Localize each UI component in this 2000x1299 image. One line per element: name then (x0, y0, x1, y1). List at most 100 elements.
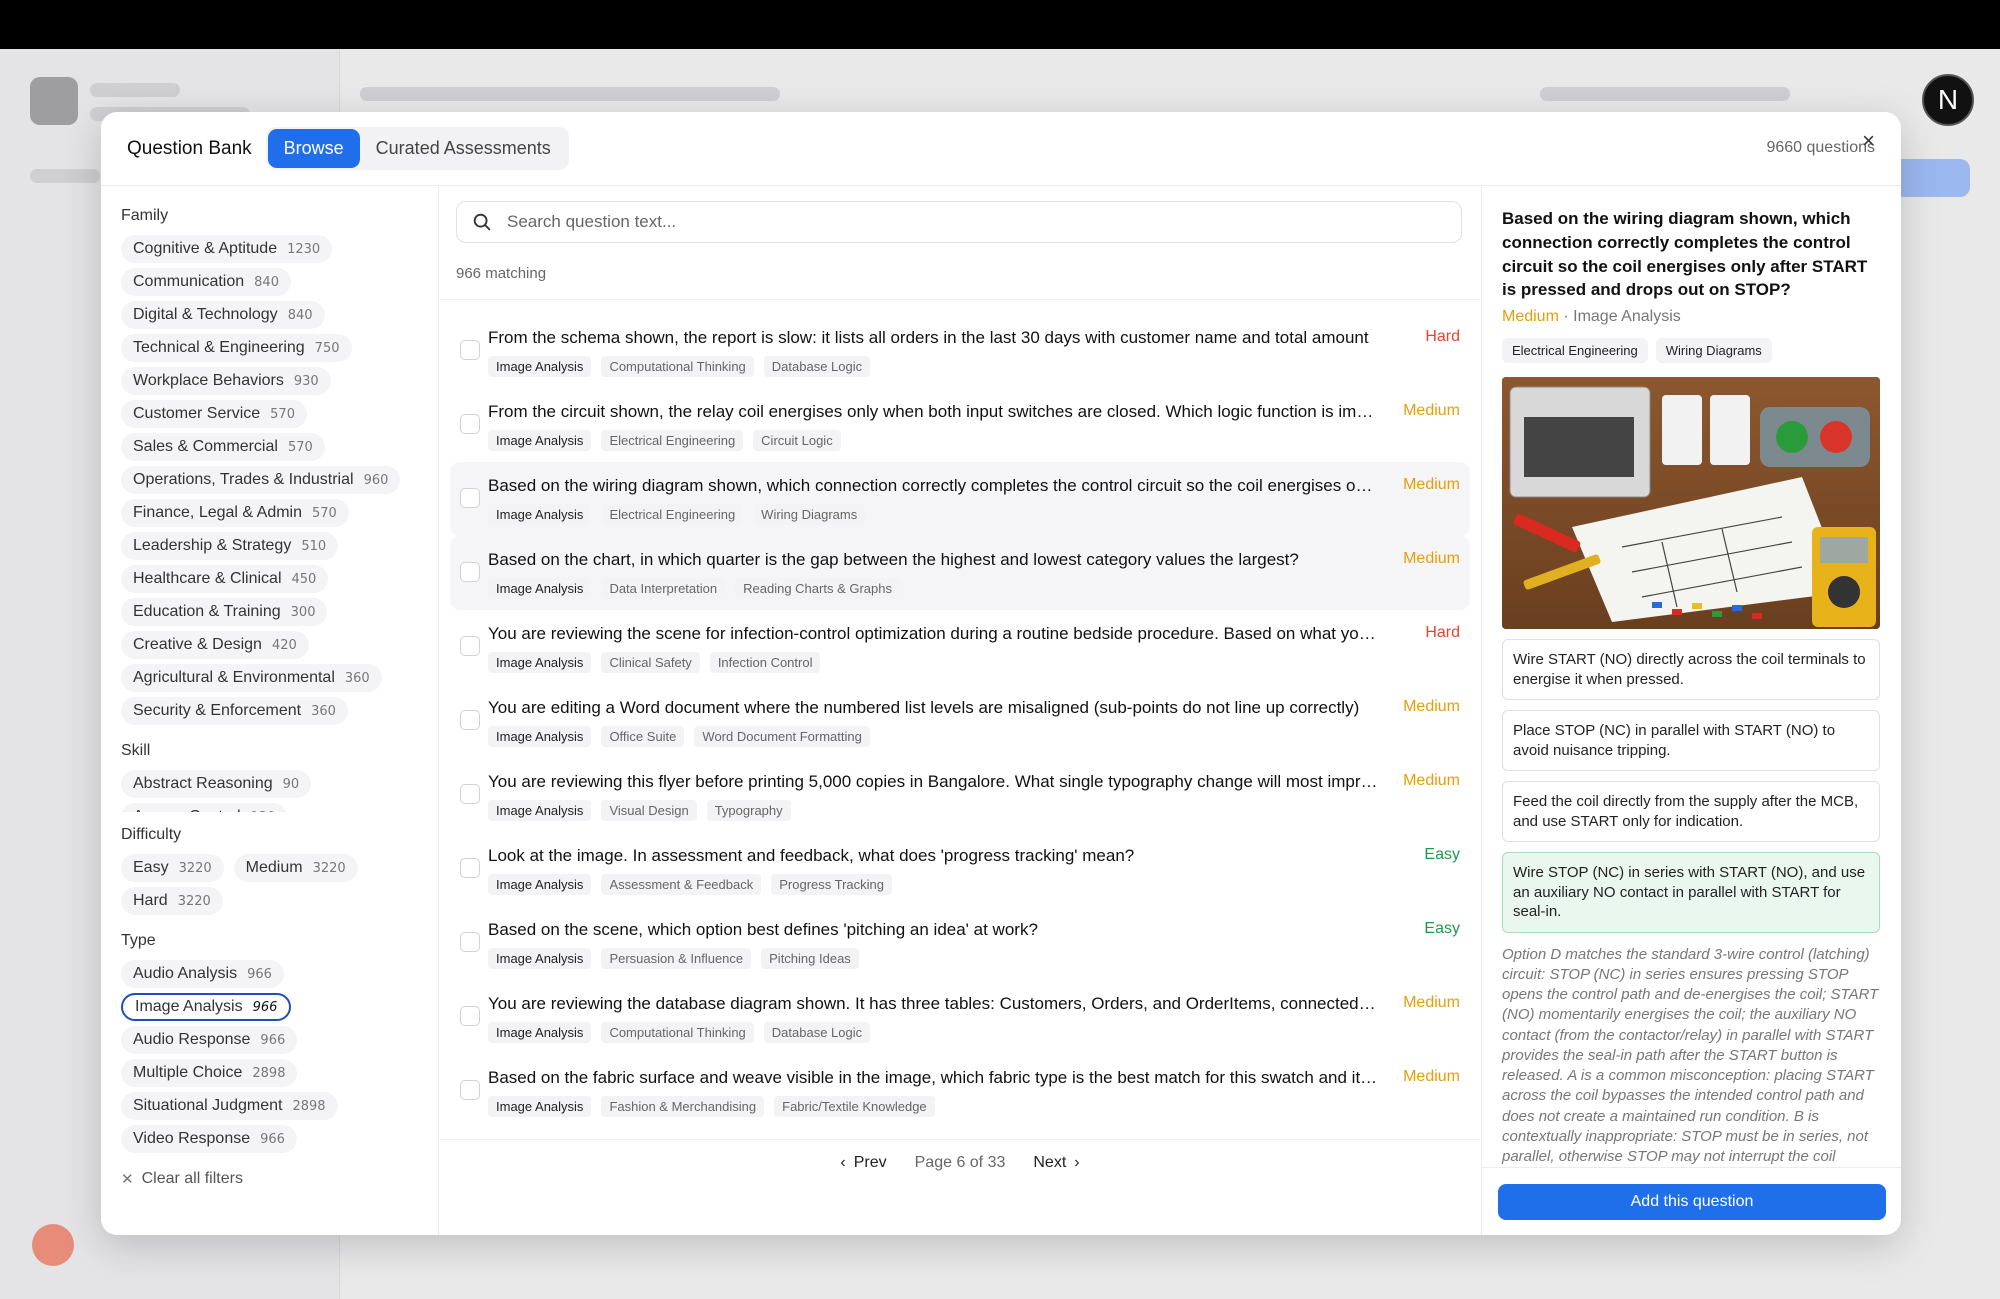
filter-chip-family[interactable]: Finance, Legal & Admin 570 (121, 499, 349, 527)
question-row[interactable]: From the schema shown, the report is slo… (450, 314, 1470, 388)
question-text: Based on the chart, in which quarter is … (488, 550, 1299, 569)
question-tag: Data Interpretation (601, 578, 726, 599)
question-checkbox[interactable] (460, 1080, 480, 1100)
prev-page-button[interactable]: ‹ Prev (840, 1154, 886, 1172)
detail-type: · Image Analysis (1563, 308, 1681, 326)
question-tags: Image Analysis Computational Thinking Data… (488, 356, 871, 377)
tab-curated-assessments[interactable]: Curated Assessments (360, 129, 567, 168)
filter-chip-family[interactable]: Agricultural & Environmental 360 (121, 664, 382, 692)
tab-browse[interactable]: Browse (267, 129, 360, 168)
question-tags: Image Analysis Assessment & Feedback Progr… (488, 874, 892, 895)
filter-chip-family[interactable]: Education & Training 300 (121, 598, 328, 626)
filter-chip-family[interactable]: Communication 840 (121, 268, 291, 296)
question-difficulty: Hard (1425, 328, 1460, 345)
filter-chip-row: Creative & Design 420 (121, 629, 418, 662)
filter-chip-label: Finance, Legal & Admin (133, 504, 302, 521)
filter-chip-row: Workplace Behaviors 930 (121, 365, 418, 398)
question-difficulty: Medium (1403, 698, 1460, 715)
filter-chip-label: Situational Judgment (133, 1097, 283, 1114)
filter-chip-difficulty[interactable]: Easy 3220 (121, 854, 224, 882)
question-tag: Image Analysis (488, 504, 592, 525)
filter-chip-label: Communication (133, 273, 245, 290)
filter-chip-count: 930 (293, 373, 319, 389)
question-row[interactable]: Look at the image. In assessment and fee… (450, 832, 1470, 906)
background-user-avatar (32, 1224, 74, 1266)
filter-chip-count: 966 (247, 966, 272, 982)
filter-chip-family[interactable]: Healthcare & Clinical 450 (121, 565, 329, 593)
filter-chip-label: Multiple Choice (133, 1064, 243, 1081)
question-checkbox[interactable] (460, 414, 480, 434)
detail-tag: Electrical Engineering (1502, 338, 1648, 364)
question-row[interactable]: From the circuit shown, the relay coil e… (450, 388, 1470, 462)
question-checkbox[interactable] (460, 784, 480, 804)
filter-chip-type[interactable]: Situational Judgment 2898 (121, 1092, 338, 1120)
filter-chip-row: Finance, Legal & Admin 570 (121, 497, 418, 530)
question-checkbox[interactable] (460, 636, 480, 656)
filter-chip-count: 750 (314, 340, 340, 356)
user-avatar[interactable]: N (1922, 74, 1974, 126)
filter-chip-family[interactable]: Customer Service 570 (121, 400, 307, 428)
wiring-diagram-photo (1502, 377, 1880, 630)
filter-section-skill: Skill (121, 742, 151, 759)
filter-chip-row: Audio Analysis 966 (121, 958, 418, 991)
filter-chip-type[interactable]: Audio Response 966 (121, 1026, 298, 1054)
question-checkbox[interactable] (460, 488, 480, 508)
filter-panel: Family Cognitive & Aptitude 1230 Communica… (101, 187, 439, 1235)
question-tag: Image Analysis (488, 1096, 592, 1117)
filter-chip-type[interactable]: Image Analysis 966 (121, 993, 292, 1021)
filter-chip-family[interactable]: Creative & Design 420 (121, 631, 309, 659)
question-row[interactable]: You are reviewing the scene for infectio… (450, 610, 1470, 684)
question-row[interactable]: You are reviewing the database diagram s… (450, 980, 1470, 1054)
next-page-button[interactable]: Next › (1033, 1154, 1079, 1172)
filter-chip-label: Medium (245, 859, 303, 876)
close-icon: ✕ (121, 1171, 134, 1188)
filter-chip-label: Hard (133, 892, 168, 909)
close-icon[interactable]: × (1862, 130, 1875, 152)
question-checkbox[interactable] (460, 710, 480, 730)
question-row[interactable]: Based on the wiring diagram shown, which… (450, 462, 1470, 536)
question-row[interactable]: You are reviewing this flyer before prin… (450, 758, 1470, 832)
filter-chip-skill[interactable]: Abstract Reasoning 90 (121, 770, 312, 798)
filter-chip-family[interactable]: Security & Enforcement 360 (121, 697, 348, 725)
filter-chip-skill[interactable]: Access Control 120 (121, 803, 288, 812)
question-row[interactable]: Look at the image. Which option best def… (450, 1128, 1470, 1139)
clear-filters-button[interactable]: ✕ Clear all filters (121, 1170, 418, 1188)
filter-chip-count: 966 (260, 1131, 285, 1147)
background-logo (30, 77, 78, 125)
question-checkbox[interactable] (460, 340, 480, 360)
filter-chip-type[interactable]: Audio Analysis 966 (121, 960, 284, 988)
question-tag: Electrical Engineering (601, 430, 744, 451)
filter-chip-count: 966 (252, 999, 278, 1015)
question-tag: Persuasion & Influence (601, 948, 752, 969)
question-tag: Infection Control (709, 652, 821, 673)
filter-chip-family[interactable]: Operations, Trades & Industrial 960 (121, 466, 401, 494)
question-row[interactable]: You are editing a Word document where th… (450, 684, 1470, 758)
question-row[interactable]: Based on the chart, in which quarter is … (450, 536, 1470, 610)
modal-title: Question Bank (127, 137, 252, 159)
filter-chip-label: Customer Service (133, 405, 261, 422)
filter-chip-family[interactable]: Digital & Technology 840 (121, 301, 325, 329)
question-checkbox[interactable] (460, 858, 480, 878)
filter-chip-count: 570 (312, 505, 337, 521)
filter-chip-family[interactable]: Technical & Engineering 750 (121, 334, 352, 362)
filter-chip-family[interactable]: Sales & Commercial 570 (121, 433, 325, 461)
question-row[interactable]: Based on the fabric surface and weave vi… (450, 1054, 1470, 1128)
filter-chip-type[interactable]: Video Response 966 (121, 1125, 297, 1153)
filter-chip-family[interactable]: Leadership & Strategy 510 (121, 532, 339, 560)
search-input[interactable] (507, 212, 1407, 232)
filter-chip-family[interactable]: Workplace Behaviors 930 (121, 367, 331, 395)
filter-chip-difficulty[interactable]: Hard 3220 (121, 887, 223, 915)
detail-scroll[interactable]: Based on the wiring diagram shown, which… (1482, 187, 1901, 1167)
filter-chip-label: Workplace Behaviors (133, 372, 284, 389)
filter-chip-difficulty[interactable]: Medium 3220 (233, 854, 358, 882)
filter-chip-type[interactable]: Multiple Choice 2898 (121, 1059, 298, 1087)
question-checkbox[interactable] (460, 1006, 480, 1026)
filter-section-type: Type (121, 932, 156, 949)
question-checkbox[interactable] (460, 562, 480, 582)
filter-chip-count: 300 (290, 604, 316, 620)
question-checkbox[interactable] (460, 932, 480, 952)
question-row[interactable]: Based on the scene, which option best de… (450, 906, 1470, 980)
add-question-button[interactable]: Add this question (1498, 1184, 1886, 1220)
filter-chip-family[interactable]: Cognitive & Aptitude 1230 (121, 235, 333, 263)
question-tag: Image Analysis (488, 1022, 592, 1043)
